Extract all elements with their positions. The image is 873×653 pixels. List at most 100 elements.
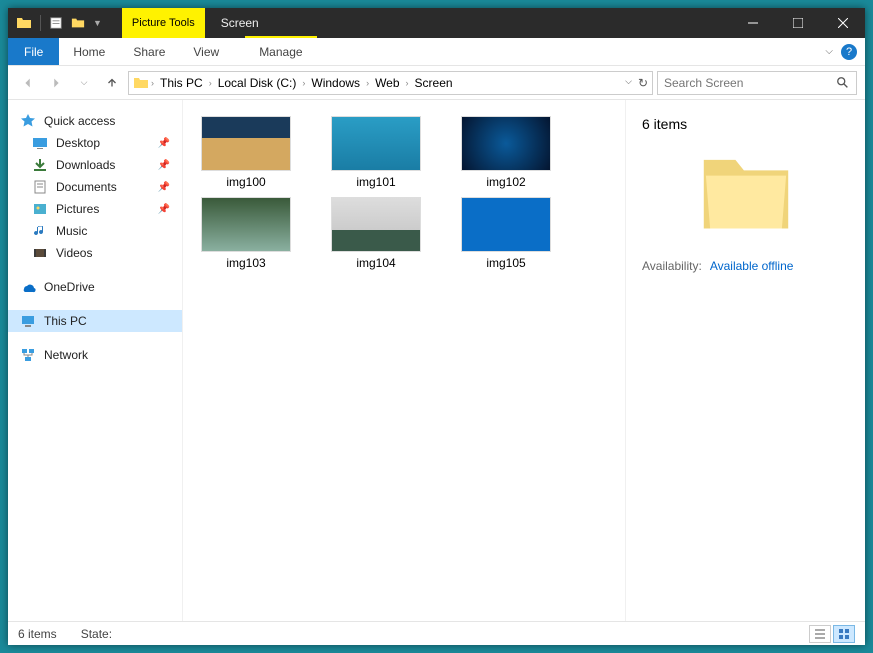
folder-preview-icon bbox=[691, 144, 801, 239]
pin-icon: 📌 bbox=[158, 204, 170, 215]
sidebar-label: Downloads bbox=[56, 158, 115, 172]
properties-icon[interactable] bbox=[49, 16, 63, 30]
file-item[interactable]: img101 bbox=[321, 116, 431, 189]
file-name: img103 bbox=[226, 256, 265, 270]
network-icon bbox=[20, 347, 36, 363]
details-item-count: 6 items bbox=[642, 116, 849, 132]
tab-view[interactable]: View bbox=[179, 38, 233, 65]
star-icon bbox=[20, 113, 36, 129]
sidebar-item-network[interactable]: Network bbox=[8, 344, 182, 366]
explorer-body: Quick access Desktop 📌 Downloads 📌 Docum… bbox=[8, 100, 865, 621]
window-title: Screen bbox=[205, 16, 275, 30]
pictures-icon bbox=[32, 201, 48, 217]
file-item[interactable]: img100 bbox=[191, 116, 301, 189]
status-state-label: State: bbox=[81, 627, 112, 641]
help-icon[interactable]: ? bbox=[841, 44, 857, 60]
search-icon[interactable] bbox=[836, 76, 850, 90]
details-view-button[interactable] bbox=[809, 625, 831, 643]
recent-locations-icon[interactable]: ⌵ bbox=[72, 71, 96, 95]
pin-icon: 📌 bbox=[158, 138, 170, 149]
music-icon bbox=[32, 223, 48, 239]
thumbnail bbox=[201, 116, 291, 171]
new-folder-icon[interactable] bbox=[71, 16, 85, 30]
desktop-icon bbox=[32, 135, 48, 151]
forward-button[interactable] bbox=[44, 71, 68, 95]
file-name: img100 bbox=[226, 175, 265, 189]
videos-icon bbox=[32, 245, 48, 261]
items-view[interactable]: img100 img101 img102 img103 bbox=[183, 100, 625, 621]
chevron-right-icon[interactable]: › bbox=[209, 78, 212, 88]
quick-access-header[interactable]: Quick access bbox=[8, 110, 182, 132]
sidebar-item-this-pc[interactable]: This PC bbox=[8, 310, 182, 332]
close-button[interactable] bbox=[820, 8, 865, 38]
sidebar-label: Videos bbox=[56, 246, 92, 260]
availability-value: Available offline bbox=[710, 259, 794, 273]
sidebar-item-downloads[interactable]: Downloads 📌 bbox=[8, 154, 182, 176]
file-tab[interactable]: File bbox=[8, 38, 59, 65]
back-button[interactable] bbox=[16, 71, 40, 95]
chevron-right-icon[interactable]: › bbox=[151, 78, 154, 88]
thumbnail bbox=[461, 197, 551, 252]
file-name: img101 bbox=[356, 175, 395, 189]
folder-icon bbox=[16, 15, 32, 31]
navigation-pane: Quick access Desktop 📌 Downloads 📌 Docum… bbox=[8, 100, 183, 621]
thumbnails-view-button[interactable] bbox=[833, 625, 855, 643]
thumbnail bbox=[201, 197, 291, 252]
refresh-icon[interactable]: ↻ bbox=[638, 76, 648, 90]
ribbon-tabs: File Home Share View Manage ⌵ ? bbox=[8, 38, 865, 66]
folder-icon bbox=[133, 75, 149, 91]
address-bar[interactable]: › This PC › Local Disk (C:) › Windows › … bbox=[128, 71, 653, 95]
chevron-right-icon[interactable]: › bbox=[406, 78, 409, 88]
chevron-right-icon[interactable]: › bbox=[302, 78, 305, 88]
ribbon-expand-icon[interactable]: ⌵ bbox=[817, 46, 841, 57]
search-input[interactable] bbox=[664, 76, 836, 90]
content-area: img100 img101 img102 img103 bbox=[183, 100, 865, 621]
maximize-button[interactable] bbox=[775, 8, 820, 38]
file-name: img102 bbox=[486, 175, 525, 189]
file-name: img104 bbox=[356, 256, 395, 270]
search-box[interactable] bbox=[657, 71, 857, 95]
computer-icon bbox=[20, 313, 36, 329]
up-button[interactable] bbox=[100, 71, 124, 95]
breadcrumb-item[interactable]: Web bbox=[371, 76, 403, 90]
details-availability: Availability: Available offline bbox=[642, 259, 849, 273]
sidebar-label: Documents bbox=[56, 180, 117, 194]
qat-dropdown-icon[interactable]: ▼ bbox=[93, 18, 102, 28]
tab-home[interactable]: Home bbox=[59, 38, 119, 65]
file-item[interactable]: img105 bbox=[451, 197, 561, 270]
breadcrumb-item[interactable]: Windows bbox=[307, 76, 364, 90]
details-pane: 6 items Availability: Available offline bbox=[625, 100, 865, 621]
address-dropdown-icon[interactable]: ⌵ bbox=[625, 76, 632, 90]
thumbnail bbox=[331, 197, 421, 252]
sidebar-item-documents[interactable]: Documents 📌 bbox=[8, 176, 182, 198]
minimize-button[interactable] bbox=[730, 8, 775, 38]
documents-icon bbox=[32, 179, 48, 195]
sidebar-item-onedrive[interactable]: OneDrive bbox=[8, 276, 182, 298]
availability-label: Availability: bbox=[642, 259, 702, 273]
pin-icon: 📌 bbox=[158, 182, 170, 193]
onedrive-icon bbox=[20, 279, 36, 295]
tab-share[interactable]: Share bbox=[119, 38, 179, 65]
pin-icon: 📌 bbox=[158, 160, 170, 171]
contextual-tab-header: Picture Tools bbox=[122, 8, 205, 38]
downloads-icon bbox=[32, 157, 48, 173]
breadcrumb-item[interactable]: Screen bbox=[411, 76, 457, 90]
file-item[interactable]: img102 bbox=[451, 116, 561, 189]
explorer-window: ▼ Picture Tools Screen File Home Share V… bbox=[8, 8, 865, 645]
file-item[interactable]: img103 bbox=[191, 197, 301, 270]
chevron-right-icon[interactable]: › bbox=[366, 78, 369, 88]
tab-manage[interactable]: Manage bbox=[245, 38, 316, 65]
sidebar-item-music[interactable]: Music bbox=[8, 220, 182, 242]
quick-access-toolbar: ▼ bbox=[8, 15, 110, 31]
title-bar: ▼ Picture Tools Screen bbox=[8, 8, 865, 38]
qat-divider bbox=[40, 15, 41, 31]
picture-tools-header: Picture Tools bbox=[122, 8, 205, 38]
file-item[interactable]: img104 bbox=[321, 197, 431, 270]
sidebar-item-desktop[interactable]: Desktop 📌 bbox=[8, 132, 182, 154]
sidebar-item-pictures[interactable]: Pictures 📌 bbox=[8, 198, 182, 220]
breadcrumb-item[interactable]: This PC bbox=[156, 76, 207, 90]
breadcrumb-item[interactable]: Local Disk (C:) bbox=[214, 76, 301, 90]
window-controls bbox=[730, 8, 865, 38]
sidebar-item-videos[interactable]: Videos bbox=[8, 242, 182, 264]
thumbnail bbox=[331, 116, 421, 171]
